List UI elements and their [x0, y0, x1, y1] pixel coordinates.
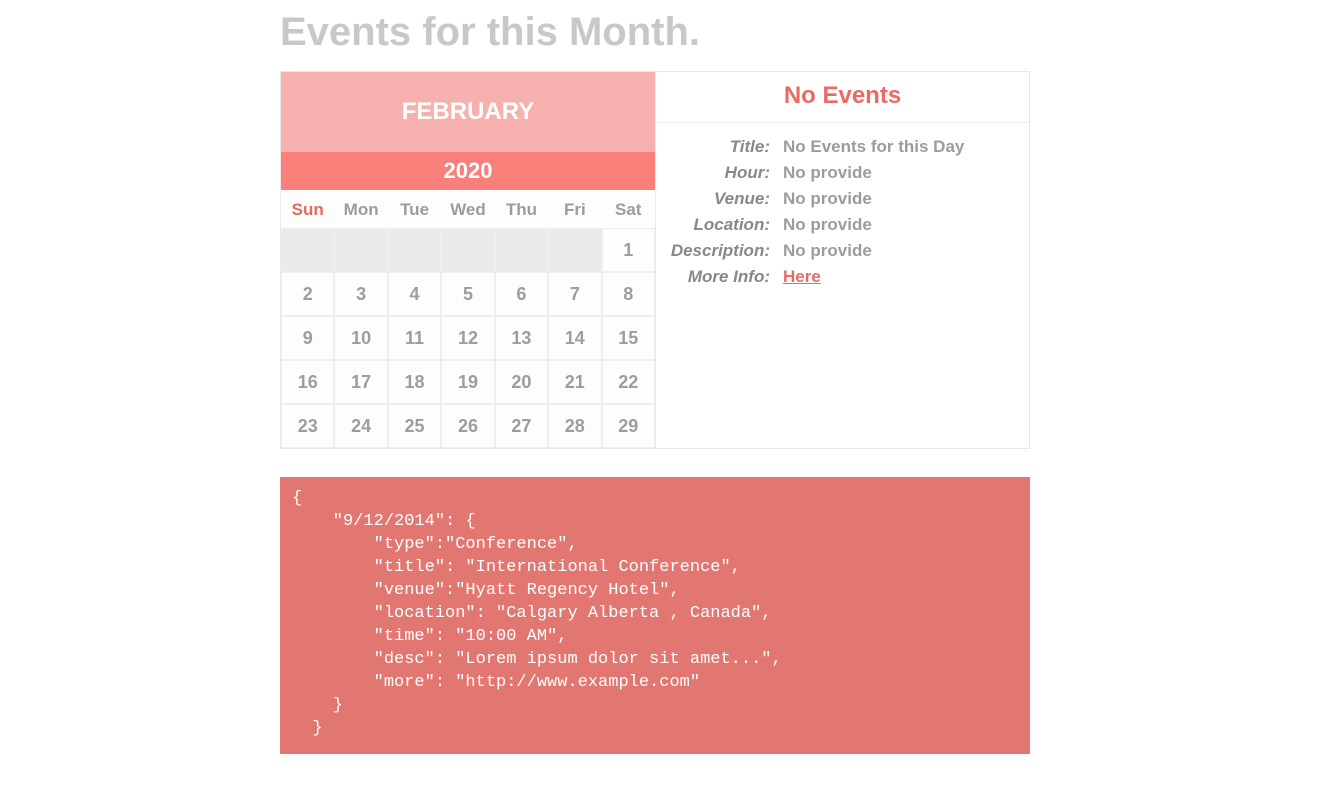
calendar-day[interactable]: 15 [602, 316, 655, 360]
detail-label-moreinfo: More Info: [668, 267, 776, 287]
calendar-day[interactable]: 26 [441, 404, 494, 448]
events-heading: No Events [656, 72, 1029, 123]
calendar-day[interactable]: 8 [602, 272, 655, 316]
calendar-day[interactable]: 1 [602, 228, 655, 272]
calendar-day[interactable]: 27 [495, 404, 548, 448]
detail-label-description: Description: [668, 241, 776, 261]
calendar-day-blank [388, 228, 441, 272]
calendar-week: 9 10 11 12 13 14 15 [281, 316, 655, 360]
calendar-week: 2 3 4 5 6 7 8 [281, 272, 655, 316]
page-title: Events for this Month. [280, 10, 1030, 71]
calendar-weeks: 1 2 3 4 5 6 7 8 9 10 11 12 [281, 228, 655, 448]
calendar-week: 1 [281, 228, 655, 272]
calendar-day[interactable]: 23 [281, 404, 334, 448]
detail-label-location: Location: [668, 215, 776, 235]
dow-sun: Sun [281, 190, 334, 228]
calendar-day[interactable]: 11 [388, 316, 441, 360]
event-detail-row: Description: No provide [668, 241, 1009, 261]
dow-sat: Sat [602, 190, 655, 228]
calendar-day-blank [548, 228, 601, 272]
event-detail-row: Venue: No provide [668, 189, 1009, 209]
calendar-week: 23 24 25 26 27 28 29 [281, 404, 655, 448]
calendar-events-panel: FEBRUARY 2020 Sun Mon Tue Wed Thu Fri Sa… [280, 71, 1030, 449]
calendar-day[interactable]: 4 [388, 272, 441, 316]
calendar-day[interactable]: 22 [602, 360, 655, 404]
calendar-day[interactable]: 17 [334, 360, 387, 404]
calendar-day-blank [334, 228, 387, 272]
calendar-day[interactable]: 12 [441, 316, 494, 360]
calendar-day[interactable]: 24 [334, 404, 387, 448]
calendar-day[interactable]: 16 [281, 360, 334, 404]
dow-tue: Tue [388, 190, 441, 228]
calendar: FEBRUARY 2020 Sun Mon Tue Wed Thu Fri Sa… [281, 72, 656, 448]
event-detail-row: More Info: Here [668, 267, 1009, 287]
detail-label-venue: Venue: [668, 189, 776, 209]
calendar-day[interactable]: 9 [281, 316, 334, 360]
calendar-day-blank [441, 228, 494, 272]
detail-value-hour: No provide [776, 163, 872, 183]
calendar-day[interactable]: 2 [281, 272, 334, 316]
calendar-day[interactable]: 10 [334, 316, 387, 360]
more-info-link[interactable]: Here [783, 267, 821, 286]
event-detail-row: Title: No Events for this Day [668, 137, 1009, 157]
calendar-day-blank [495, 228, 548, 272]
dow-mon: Mon [334, 190, 387, 228]
detail-label-hour: Hour: [668, 163, 776, 183]
calendar-year-bar: 2020 [281, 152, 655, 190]
calendar-day[interactable]: 20 [495, 360, 548, 404]
dow-fri: Fri [548, 190, 601, 228]
detail-value-venue: No provide [776, 189, 872, 209]
event-detail-row: Hour: No provide [668, 163, 1009, 183]
event-detail-row: Location: No provide [668, 215, 1009, 235]
calendar-day[interactable]: 3 [334, 272, 387, 316]
calendar-day[interactable]: 7 [548, 272, 601, 316]
calendar-day-blank [281, 228, 334, 272]
detail-label-title: Title: [668, 137, 776, 157]
code-block: { "9/12/2014": { "type":"Conference", "t… [280, 477, 1030, 754]
calendar-dow-row: Sun Mon Tue Wed Thu Fri Sat [281, 190, 655, 228]
dow-wed: Wed [441, 190, 494, 228]
dow-thu: Thu [495, 190, 548, 228]
calendar-day[interactable]: 28 [548, 404, 601, 448]
page-container: Events for this Month. FEBRUARY 2020 Sun… [280, 10, 1030, 754]
calendar-day[interactable]: 25 [388, 404, 441, 448]
events-panel: No Events Title: No Events for this Day … [656, 72, 1029, 448]
calendar-day[interactable]: 18 [388, 360, 441, 404]
calendar-day[interactable]: 14 [548, 316, 601, 360]
calendar-week: 16 17 18 19 20 21 22 [281, 360, 655, 404]
calendar-day[interactable]: 19 [441, 360, 494, 404]
calendar-day[interactable]: 5 [441, 272, 494, 316]
event-details: Title: No Events for this Day Hour: No p… [656, 123, 1029, 307]
detail-value-description: No provide [776, 241, 872, 261]
calendar-day[interactable]: 21 [548, 360, 601, 404]
calendar-month-header: FEBRUARY [281, 72, 655, 152]
detail-value-moreinfo: Here [776, 267, 821, 287]
calendar-day[interactable]: 29 [602, 404, 655, 448]
calendar-day[interactable]: 6 [495, 272, 548, 316]
calendar-day[interactable]: 13 [495, 316, 548, 360]
detail-value-location: No provide [776, 215, 872, 235]
detail-value-title: No Events for this Day [776, 137, 964, 157]
